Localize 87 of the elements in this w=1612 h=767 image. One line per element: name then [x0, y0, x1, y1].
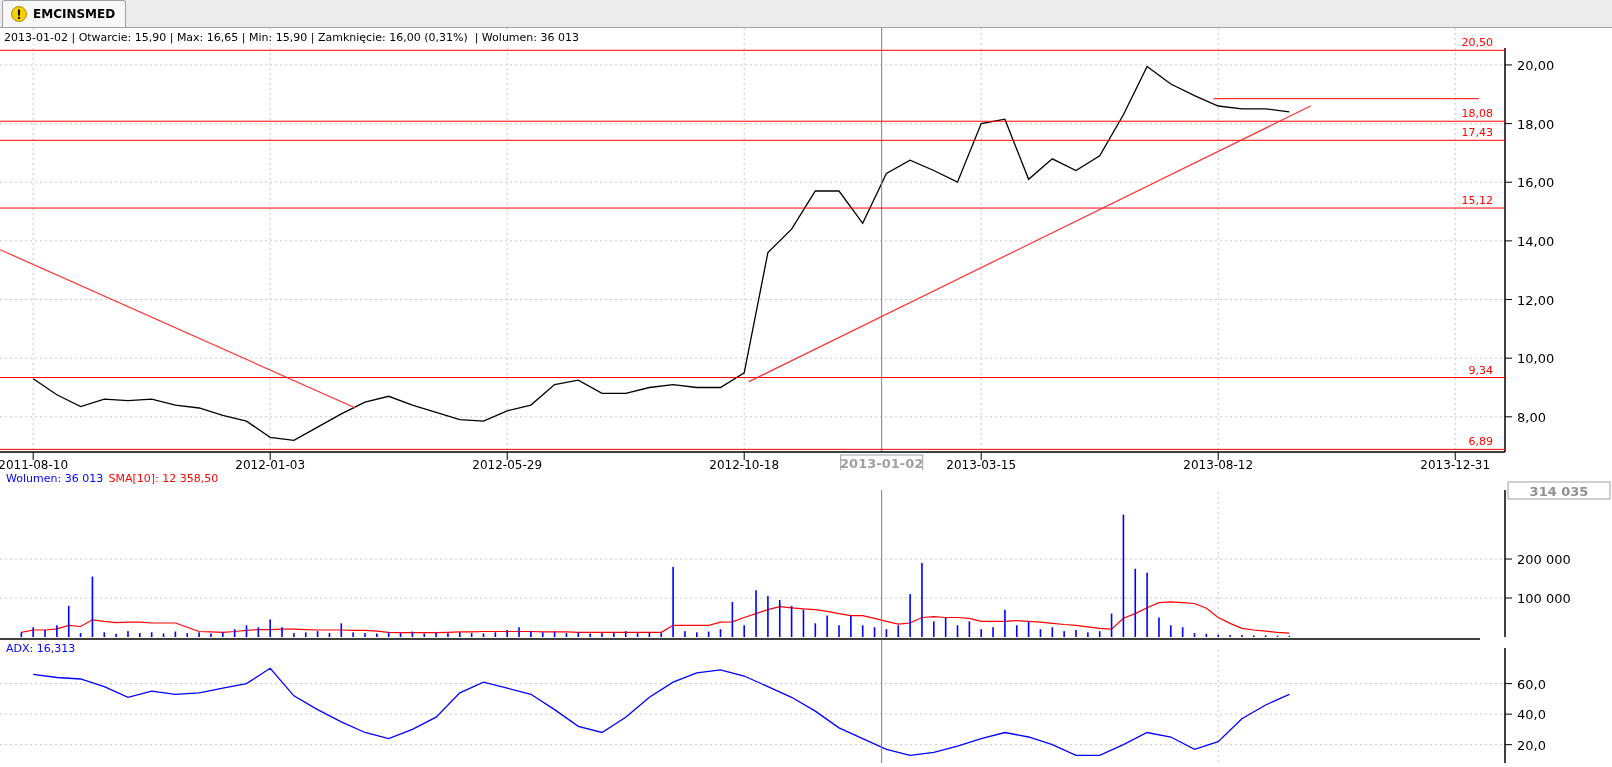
legend-label: Wolumen: 36 013 [6, 472, 104, 485]
volume-bar [482, 633, 485, 637]
axis-label: 8,00 [1517, 409, 1546, 425]
legend-label: ADX: 16,313 [6, 642, 76, 655]
axis-label: 20,0 [1517, 737, 1546, 753]
volume-bar [470, 633, 473, 637]
volume-bar [67, 605, 70, 637]
axis-label: 16,00 [1517, 175, 1555, 191]
volume-bar [1098, 631, 1101, 637]
volume-bar [233, 629, 236, 637]
axis-label: 2013-08-12 [1183, 458, 1254, 470]
volume-bar [387, 632, 390, 637]
axis-label: 60,0 [1517, 676, 1546, 692]
warning-icon [11, 6, 27, 22]
volume-bar [399, 633, 402, 637]
volume-bar [1205, 633, 1208, 637]
level-label: 18,08 [1461, 107, 1493, 121]
axis-label: 18,00 [1517, 116, 1555, 132]
volume-bar [873, 627, 876, 637]
volume-bar [707, 631, 710, 637]
volume-bar [565, 633, 568, 637]
volume-bar [790, 605, 793, 637]
axis-label: 2013-03-15 [946, 458, 1017, 470]
volume-bar [304, 632, 307, 637]
volume-bar [1039, 629, 1042, 637]
volume-bar [660, 633, 663, 637]
level-label: 20,50 [1461, 36, 1493, 50]
max-value-label: 314 035 [1507, 481, 1611, 500]
axis-label: 2011-08-10 [0, 458, 69, 470]
axis-label: 10,00 [1517, 351, 1555, 367]
volume-bar [541, 632, 544, 637]
volume-bar [150, 632, 153, 637]
volume-bar [162, 633, 165, 637]
volume-bar [802, 609, 805, 637]
axis-label: 2012-10-18 [709, 458, 780, 470]
volume-bar [1193, 633, 1196, 637]
axis-label: 12,00 [1517, 292, 1555, 308]
volume-bar [1015, 625, 1018, 637]
volume-bar [340, 623, 343, 637]
volume-bar [956, 625, 959, 637]
volume-bar [553, 631, 556, 637]
chart-tab[interactable]: EMCINSMED [2, 0, 127, 27]
axis-label: 2013-12-31 [1420, 458, 1491, 470]
legend-label: SMA[10]: 12 358,50 [108, 472, 219, 485]
volume-bar [103, 632, 106, 637]
volume-bar [1027, 621, 1030, 637]
volume-bar [814, 623, 817, 637]
axis-label: 200 000 [1517, 552, 1571, 568]
volume-bar [20, 632, 23, 637]
volume-bar [968, 621, 971, 637]
axis-label: 100 000 [1517, 591, 1571, 606]
volume-bar [423, 633, 426, 637]
volume-bar [257, 627, 260, 637]
volume-bar [79, 633, 82, 637]
volume-bar [1051, 627, 1054, 637]
volume-bar [186, 633, 189, 637]
axis-label: 20,00 [1517, 57, 1555, 73]
volume-bar [245, 625, 248, 637]
volume-bar [885, 629, 888, 637]
volume-bar [328, 633, 331, 637]
volume-bar [636, 633, 639, 637]
level-label: 9,34 [1468, 363, 1493, 377]
volume-bar [719, 629, 722, 637]
axis-label: 14,00 [1517, 233, 1555, 249]
level-label: 15,12 [1461, 194, 1493, 208]
axis-label: 40,0 [1517, 707, 1546, 723]
volume-bar [1134, 568, 1137, 637]
level-label: 17,43 [1461, 126, 1493, 140]
volume-bar [1110, 613, 1113, 637]
volume-bar [1181, 627, 1184, 637]
axis-label: 2012-01-03 [235, 458, 306, 470]
volume-bar [91, 576, 94, 637]
volume-bar [411, 631, 414, 637]
volume-bar [778, 599, 781, 637]
volume-bar [731, 601, 734, 637]
volume-bar [316, 631, 319, 637]
level-label: 6,89 [1468, 435, 1493, 449]
volume-bar [494, 632, 497, 637]
volume-bar [648, 632, 651, 637]
volume-bar [861, 625, 864, 637]
axis-label: 2012-05-29 [472, 458, 543, 470]
volume-bar [577, 632, 580, 637]
volume-bar [624, 631, 627, 637]
volume-bar [174, 631, 177, 637]
volume-bar [897, 625, 900, 637]
volume-bar [944, 617, 947, 637]
quote-info-text: 2013-01-02 | Otwarcie: 15,90 | Max: 16,65 | Min: 15,90 | Zamknięcie: 16,00 (0,31%) | Wolumen: 36 013 [4, 31, 579, 44]
